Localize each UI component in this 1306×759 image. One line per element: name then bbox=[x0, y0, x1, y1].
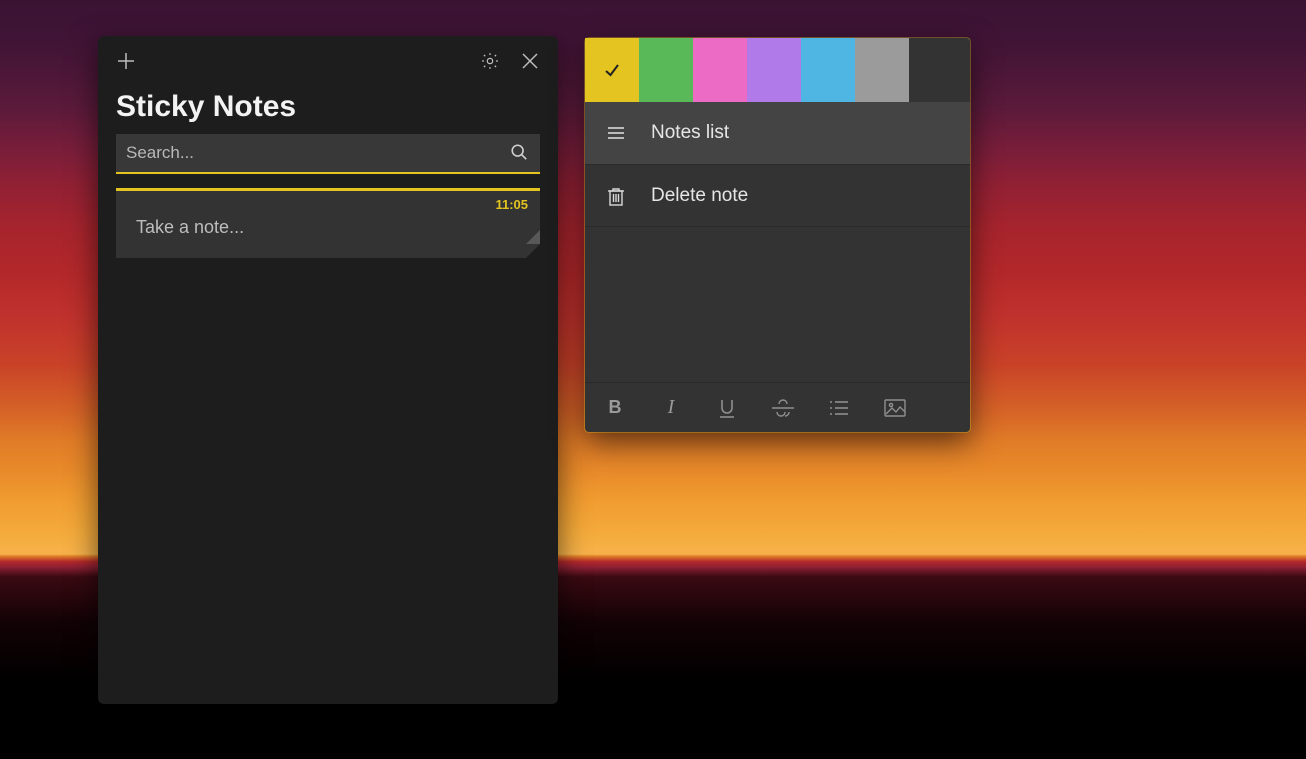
bullet-list-button[interactable] bbox=[825, 394, 853, 422]
checkmark-icon bbox=[602, 60, 622, 80]
strikethrough-icon bbox=[771, 398, 795, 418]
strikethrough-button[interactable] bbox=[769, 394, 797, 422]
note-window: Notes list Delete note B I bbox=[585, 38, 970, 432]
close-icon bbox=[521, 52, 539, 70]
format-toolbar: B I bbox=[585, 382, 970, 432]
italic-icon: I bbox=[668, 396, 675, 419]
color-swatch-gray[interactable] bbox=[855, 38, 909, 102]
note-time: 11:05 bbox=[495, 197, 528, 212]
hamburger-icon bbox=[605, 122, 627, 144]
bullet-list-icon bbox=[828, 398, 850, 418]
menu-item-delete-note[interactable]: Delete note bbox=[585, 164, 970, 226]
color-swatch-charcoal[interactable] bbox=[909, 38, 970, 102]
italic-button[interactable]: I bbox=[657, 394, 685, 422]
note-body[interactable] bbox=[585, 226, 970, 382]
menu-item-label: Notes list bbox=[651, 122, 729, 144]
color-swatch-green[interactable] bbox=[639, 38, 693, 102]
plus-icon bbox=[116, 51, 136, 71]
note-preview: Take a note... bbox=[136, 217, 528, 238]
underline-button[interactable] bbox=[713, 394, 741, 422]
search-icon bbox=[510, 143, 530, 163]
color-swatch-blue[interactable] bbox=[801, 38, 855, 102]
bold-button[interactable]: B bbox=[601, 394, 629, 422]
note-fold-icon bbox=[526, 244, 540, 258]
color-swatch-yellow[interactable] bbox=[585, 38, 639, 102]
trash-icon bbox=[605, 185, 627, 207]
gear-icon bbox=[480, 51, 500, 71]
menu-item-notes-list[interactable]: Notes list bbox=[585, 102, 970, 164]
sticky-notes-list-window: Sticky Notes 11:05 Take a note... bbox=[98, 36, 558, 704]
app-title: Sticky Notes bbox=[98, 86, 558, 134]
search-field[interactable] bbox=[116, 134, 540, 174]
menu-item-label: Delete note bbox=[651, 185, 748, 207]
note-card[interactable]: 11:05 Take a note... bbox=[116, 188, 540, 258]
underline-icon bbox=[717, 397, 737, 419]
color-swatch-pink[interactable] bbox=[693, 38, 747, 102]
new-note-button[interactable] bbox=[106, 41, 146, 81]
image-icon bbox=[883, 398, 907, 418]
color-picker-row bbox=[585, 38, 970, 102]
settings-button[interactable] bbox=[470, 41, 510, 81]
note-menu: Notes list Delete note bbox=[585, 102, 970, 226]
list-window-header bbox=[98, 36, 558, 86]
search-input[interactable] bbox=[126, 143, 510, 163]
add-image-button[interactable] bbox=[881, 394, 909, 422]
bold-icon: B bbox=[609, 397, 622, 418]
color-swatch-purple[interactable] bbox=[747, 38, 801, 102]
close-list-button[interactable] bbox=[510, 41, 550, 81]
